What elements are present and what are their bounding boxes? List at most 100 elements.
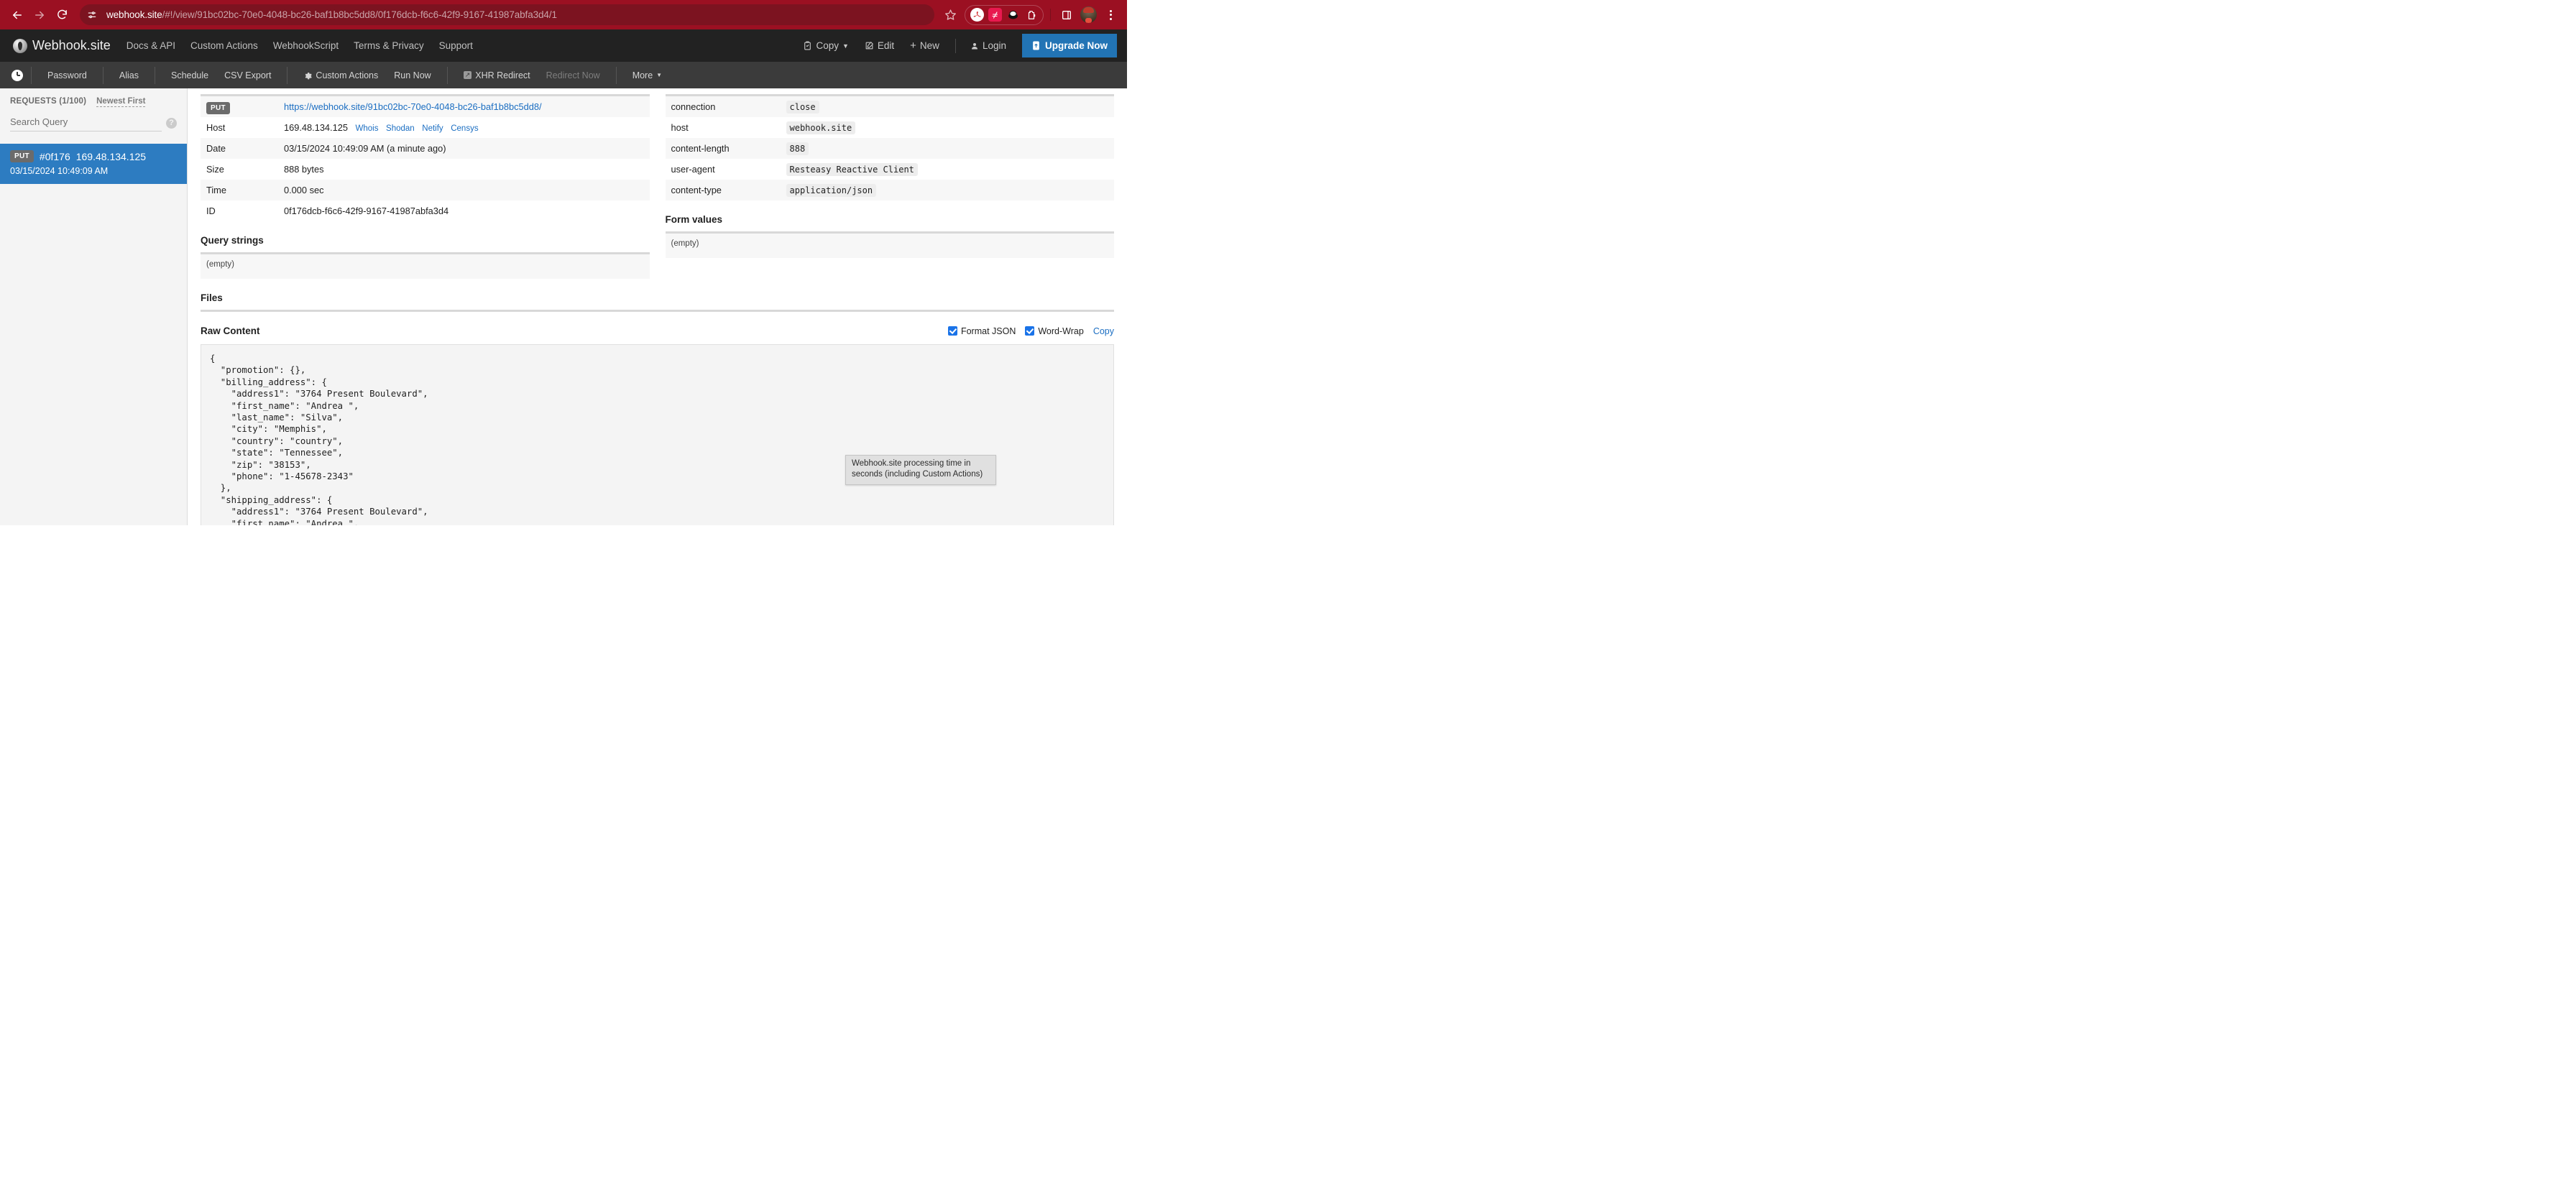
toolbar-divider bbox=[446, 66, 448, 84]
reload-icon[interactable] bbox=[52, 5, 72, 25]
upgrade-now-button[interactable]: Upgrade Now bbox=[1021, 34, 1117, 57]
chrome-toolbar-right bbox=[940, 4, 1120, 25]
webhook-logo-icon bbox=[13, 38, 27, 53]
copy-button[interactable]: Copy ▼ bbox=[803, 40, 849, 51]
login-button[interactable]: Login bbox=[970, 40, 1006, 51]
bookmark-star-icon[interactable] bbox=[940, 5, 960, 25]
toolbar-item-schedule[interactable]: Schedule bbox=[163, 70, 216, 80]
nav-link-terms-privacy[interactable]: Terms & Privacy bbox=[354, 40, 424, 51]
sidebar-header: REQUESTS (1/100) Newest First ? bbox=[0, 88, 187, 131]
table-row: ID 0f176dcb-f6c6-42f9-9167-41987abfa3d4 bbox=[201, 200, 650, 221]
toolbar-divider bbox=[31, 66, 32, 84]
word-wrap-checkbox[interactable]: Word-Wrap bbox=[1025, 326, 1084, 336]
copy-raw-content-link[interactable]: Copy bbox=[1093, 326, 1114, 336]
censys-link[interactable]: Censys bbox=[451, 124, 478, 133]
host-value: 169.48.134.125 bbox=[284, 122, 348, 133]
url-path: /#!/view/91bc02bc-70e0-4048-bc26-baf1b8b… bbox=[162, 9, 557, 20]
raw-content-title: Raw Content bbox=[201, 326, 260, 336]
search-input[interactable] bbox=[10, 114, 162, 131]
row-key: Date bbox=[206, 143, 226, 154]
url-host: webhook.site bbox=[106, 9, 162, 20]
toolbar-label: Alias bbox=[119, 70, 139, 80]
headers-table: connection close host webhook.site conte… bbox=[665, 96, 1115, 200]
nav-link-support[interactable]: Support bbox=[439, 40, 473, 51]
query-strings-empty: (empty) bbox=[201, 254, 650, 279]
clipboard-extension-icon[interactable] bbox=[1024, 8, 1038, 22]
request-url-link[interactable]: https://webhook.site/91bc02bc-70e0-4048-… bbox=[284, 101, 542, 112]
request-info-column: PUT https://webhook.site/91bc02bc-70e0-4… bbox=[201, 94, 650, 279]
caret-down-icon: ▼ bbox=[842, 42, 849, 50]
chrome-divider bbox=[1050, 9, 1051, 21]
help-icon[interactable]: ? bbox=[166, 117, 177, 129]
section-rule bbox=[201, 310, 1114, 312]
brand-logo-link[interactable]: Webhook.site bbox=[13, 38, 111, 53]
toolbar-item-run-now[interactable]: Run Now bbox=[386, 70, 438, 80]
dark-reader-extension-icon[interactable] bbox=[1006, 8, 1020, 22]
toolbar-item-redirect-now: Redirect Now bbox=[538, 70, 608, 80]
table-row: Size 888 bytes bbox=[201, 159, 650, 180]
netify-link[interactable]: Netify bbox=[422, 124, 443, 133]
app-body: REQUESTS (1/100) Newest First ? PUT #0f1… bbox=[0, 88, 1127, 525]
requests-title-row: REQUESTS (1/100) Newest First bbox=[10, 97, 177, 107]
query-strings-title: Query strings bbox=[201, 235, 264, 246]
url-cell: https://webhook.site/91bc02bc-70e0-4048-… bbox=[278, 96, 650, 117]
brand-name: Webhook.site bbox=[32, 38, 111, 52]
raw-content-options: Format JSON Word-Wrap Copy bbox=[947, 326, 1114, 336]
row-key: Host bbox=[206, 122, 226, 133]
shodan-link[interactable]: Shodan bbox=[386, 124, 415, 133]
new-label: New bbox=[919, 40, 939, 51]
table-row: user-agent Resteasy Reactive Client bbox=[666, 159, 1115, 180]
files-title: Files bbox=[201, 292, 223, 303]
omnibox[interactable]: webhook.site/#!/view/91bc02bc-70e0-4048-… bbox=[80, 4, 934, 25]
header-divider bbox=[954, 38, 956, 53]
method-badge: PUT bbox=[206, 102, 230, 114]
format-json-label: Format JSON bbox=[960, 326, 1016, 336]
back-arrow-icon[interactable] bbox=[7, 5, 27, 25]
search-row: ? bbox=[10, 114, 177, 131]
toolbar-item-more[interactable]: More ▼ bbox=[625, 70, 670, 80]
raw-content-body[interactable]: { "promotion": {}, "billing_address": { … bbox=[201, 344, 1114, 525]
new-button[interactable]: + New bbox=[910, 40, 939, 52]
request-detail-panel: PUT https://webhook.site/91bc02bc-70e0-4… bbox=[188, 88, 1127, 525]
table-row: content-length 888 bbox=[665, 138, 1114, 159]
row-value: 169.48.134.125 Whois Shodan Netify Censy… bbox=[278, 117, 650, 138]
toolbar-item-custom-actions[interactable]: Custom Actions bbox=[295, 70, 386, 80]
nav-link-webhookscript[interactable]: WebhookScript bbox=[273, 40, 339, 51]
toolbar-label: XHR Redirect bbox=[475, 70, 530, 80]
profile-avatar[interactable] bbox=[1080, 6, 1097, 23]
forward-arrow-icon[interactable] bbox=[29, 5, 50, 25]
form-values-title: Form values bbox=[665, 214, 723, 225]
toolbar-item-csv-export[interactable]: CSV Export bbox=[216, 70, 279, 80]
url-text: webhook.site/#!/view/91bc02bc-70e0-4048-… bbox=[106, 9, 557, 20]
sort-order-toggle[interactable]: Newest First bbox=[96, 97, 146, 107]
header-key: user-agent bbox=[671, 164, 715, 175]
header-value: close bbox=[786, 101, 819, 114]
nav-link-custom-actions[interactable]: Custom Actions bbox=[190, 40, 258, 51]
grammarly-extension-icon[interactable] bbox=[988, 8, 1002, 22]
edit-button[interactable]: Edit bbox=[865, 40, 894, 51]
toolbar-label: More bbox=[632, 70, 653, 80]
site-settings-icon[interactable] bbox=[84, 7, 100, 23]
row-value: 0f176dcb-f6c6-42f9-9167-41987abfa3d4 bbox=[284, 206, 449, 216]
side-panel-icon[interactable] bbox=[1057, 6, 1076, 24]
copy-label: Copy bbox=[816, 40, 839, 51]
caret-down-icon: ▼ bbox=[656, 72, 663, 78]
method-badge: PUT bbox=[10, 150, 34, 162]
adobe-acrobat-extension-icon[interactable] bbox=[970, 8, 984, 22]
list-item[interactable]: PUT #0f176 169.48.134.125 03/15/2024 10:… bbox=[0, 144, 187, 184]
method-cell: PUT bbox=[201, 96, 278, 117]
header-value: 888 bbox=[786, 142, 809, 155]
whois-link[interactable]: Whois bbox=[356, 124, 379, 133]
clock-icon[interactable] bbox=[12, 69, 23, 81]
toolbar-item-password[interactable]: Password bbox=[40, 70, 95, 80]
toolbar-label: Password bbox=[47, 70, 87, 80]
nav-link-docs-api[interactable]: Docs & API bbox=[126, 40, 175, 51]
chrome-menu-icon[interactable] bbox=[1101, 6, 1120, 24]
toolbar-label: Custom Actions bbox=[316, 70, 379, 80]
site-header: Webhook.site Docs & API Custom Actions W… bbox=[0, 29, 1127, 62]
toolbar-label: Run Now bbox=[394, 70, 431, 80]
toolbar-item-xhr-redirect[interactable]: ↗ XHR Redirect bbox=[456, 70, 538, 80]
toolbar-item-alias[interactable]: Alias bbox=[111, 70, 147, 80]
upgrade-label: Upgrade Now bbox=[1044, 40, 1108, 51]
format-json-checkbox[interactable]: Format JSON bbox=[947, 326, 1016, 336]
